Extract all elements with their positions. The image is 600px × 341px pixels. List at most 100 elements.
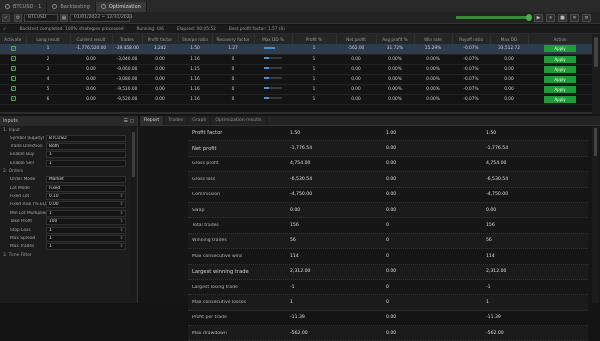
activate-cell[interactable]: ✓ xyxy=(0,94,26,105)
report-tab[interactable]: Report xyxy=(140,116,165,125)
table-cell: 0.00 xyxy=(70,94,112,105)
table-row[interactable]: ✓ 1 -1,776,520.00 -39,458.00 3,242 1.50 1.27 1-… xyxy=(0,44,592,55)
column-header[interactable]: Net profit xyxy=(336,34,377,44)
calendar-icon[interactable]: ▦ xyxy=(60,13,68,22)
column-header[interactable]: Avg profit % xyxy=(376,34,415,44)
report-value: 1 xyxy=(486,299,489,305)
grid-scrollbar[interactable] xyxy=(592,34,600,114)
activate-cell[interactable]: ✓ xyxy=(0,74,26,85)
column-header[interactable]: Profit % xyxy=(292,34,337,44)
param-input[interactable]: Market xyxy=(46,176,126,184)
column-header[interactable]: Sharpe ratio xyxy=(178,34,213,44)
table-cell: 0.00% xyxy=(414,74,452,85)
column-header[interactable]: Activate xyxy=(0,34,27,44)
apply-button[interactable]: Apply xyxy=(544,75,576,83)
param-label: Fixed Lot xyxy=(10,194,30,200)
checkbox-icon[interactable]: ✓ xyxy=(10,86,16,91)
report-row: Largest winning trade 2,312.00 0.00 2,312.0… xyxy=(188,264,588,280)
checkbox-icon[interactable]: ✓ xyxy=(10,45,16,51)
date-range-select[interactable]: 01/01/2023 ~ 12/31/2023 xyxy=(70,13,133,22)
stop-button[interactable]: ■ xyxy=(558,14,567,22)
param-input[interactable]: 1 $ xyxy=(46,234,126,242)
table-cell: 3,242 xyxy=(142,44,178,55)
section-header[interactable]: 3. Time Filter xyxy=(0,251,137,259)
action-cell: Apply xyxy=(528,44,592,55)
table-cell: 6 xyxy=(26,94,70,105)
activate-cell[interactable]: ✓ xyxy=(0,84,26,95)
column-header[interactable]: Current result xyxy=(70,34,113,44)
report-tab[interactable]: Optimization results xyxy=(211,116,267,125)
param-input[interactable]: Fixed xyxy=(46,184,126,192)
apply-button[interactable]: Apply xyxy=(544,65,576,73)
apply-button[interactable]: Apply xyxy=(544,55,576,63)
column-header[interactable]: Action xyxy=(528,34,593,44)
status-elapsed: Elapsed: 00:05:52 xyxy=(176,26,216,32)
menu-button[interactable]: ≡ xyxy=(582,14,591,22)
table-row[interactable]: ✓ 6 0.00 -9,520.00 0.00 1.16 0 1 0.00 0.00% 0.00% -… xyxy=(0,94,592,105)
trend-bar xyxy=(264,77,282,79)
column-header[interactable]: Trades xyxy=(112,34,143,44)
check-icon[interactable]: ✓ xyxy=(2,13,10,22)
checkbox-icon[interactable]: ✓ xyxy=(10,66,16,71)
table-row[interactable]: ✓ 2 0.00 -3,040.00 0.00 1.16 0 1 0.00 0.00% 0.00% -… xyxy=(0,54,592,65)
report-scrollbar[interactable] xyxy=(592,126,599,303)
tab-1[interactable]: BTCUSD · 1 xyxy=(0,1,48,12)
activate-cell[interactable]: ✓ xyxy=(0,64,26,75)
param-input[interactable]: 1 $ xyxy=(46,226,126,234)
param-row: Symbol (Equity) BTCUSD xyxy=(0,134,137,142)
pause-button[interactable]: ⏸ xyxy=(546,14,555,22)
column-header[interactable]: Long result xyxy=(26,34,71,44)
param-row: Order Mode Market xyxy=(0,176,137,184)
panel-menu-icon[interactable]: ☰ ▢ xyxy=(124,119,134,124)
table-cell: -0.07% xyxy=(452,94,490,105)
apply-button[interactable]: Apply xyxy=(544,85,576,93)
table-row[interactable]: ✓ 5 0.00 -9,510.00 0.00 1.16 0 1 0.00 0.00% 0.00% -… xyxy=(0,84,592,95)
report-tab[interactable]: Trades xyxy=(164,116,189,125)
table-cell: 0.00 xyxy=(142,94,178,105)
close-button[interactable]: ✕ xyxy=(570,14,579,22)
apply-button[interactable]: Apply xyxy=(544,95,576,103)
progress-knob[interactable] xyxy=(525,14,532,21)
column-header[interactable]: Win rate xyxy=(414,34,453,44)
report-tab[interactable]: Graph xyxy=(188,116,212,125)
tab-2[interactable]: Backtesting xyxy=(47,1,96,12)
column-header[interactable]: Recovery factor xyxy=(212,34,255,44)
param-input[interactable]: BTCUSD xyxy=(46,134,126,142)
play-button[interactable]: ▶ xyxy=(534,14,543,22)
column-header[interactable]: Profit factor xyxy=(142,34,179,44)
table-row[interactable]: ✓ 4 0.00 -3,080.00 0.00 1.16 0 1 0.00 0.00% 0.00% -… xyxy=(0,74,592,85)
symbol-select[interactable]: BTCUSD xyxy=(24,13,58,22)
report-value: 1.50 xyxy=(290,130,301,136)
param-input[interactable]: 1 xyxy=(46,159,126,167)
param-input[interactable]: 1 xyxy=(46,151,126,159)
table-row[interactable]: ✓ 3 0.00 -9,060.00 0.00 1.15 0 1 0.00 0.00% 0.00% -… xyxy=(0,64,592,75)
report-label: Winning trades xyxy=(192,238,227,244)
tab-3[interactable]: Optimization xyxy=(95,1,147,12)
table-cell: 1.16 xyxy=(178,84,212,95)
param-input[interactable]: 100 $ xyxy=(46,218,126,226)
apply-button[interactable]: Apply xyxy=(544,45,576,53)
activate-cell[interactable]: ✓ xyxy=(0,44,26,55)
settings-icon[interactable]: ⚙ xyxy=(14,13,22,22)
param-input[interactable]: 1 $ xyxy=(46,243,126,251)
checkbox-icon[interactable]: ✓ xyxy=(10,96,16,101)
param-input[interactable]: 0.10 $ xyxy=(46,193,126,201)
progress-slider[interactable] xyxy=(456,14,532,21)
table-cell: 0 xyxy=(212,84,254,95)
checkbox-icon[interactable]: ✓ xyxy=(10,76,16,81)
param-input[interactable]: 1 $ xyxy=(46,209,126,217)
section-header[interactable]: 2. Orders xyxy=(0,168,137,176)
report-value: 0 xyxy=(386,223,389,229)
report-value: -4,750.00 xyxy=(290,192,313,198)
param-row: Lot Mode Fixed xyxy=(0,184,137,192)
param-input[interactable]: Both xyxy=(46,143,126,151)
report-label: Largest winning trade xyxy=(192,268,249,275)
activate-cell[interactable]: ✓ xyxy=(0,54,26,65)
param-input[interactable]: 0.00 $ xyxy=(46,201,126,209)
checkbox-icon[interactable]: ✓ xyxy=(10,56,16,61)
column-header[interactable]: Max DD xyxy=(490,34,529,44)
section-header[interactable]: 1. Input xyxy=(0,126,137,134)
column-header[interactable]: Payoff ratio xyxy=(452,34,491,44)
inputs-scrollbar[interactable] xyxy=(131,126,136,296)
column-header[interactable]: Max DD % xyxy=(254,34,293,44)
